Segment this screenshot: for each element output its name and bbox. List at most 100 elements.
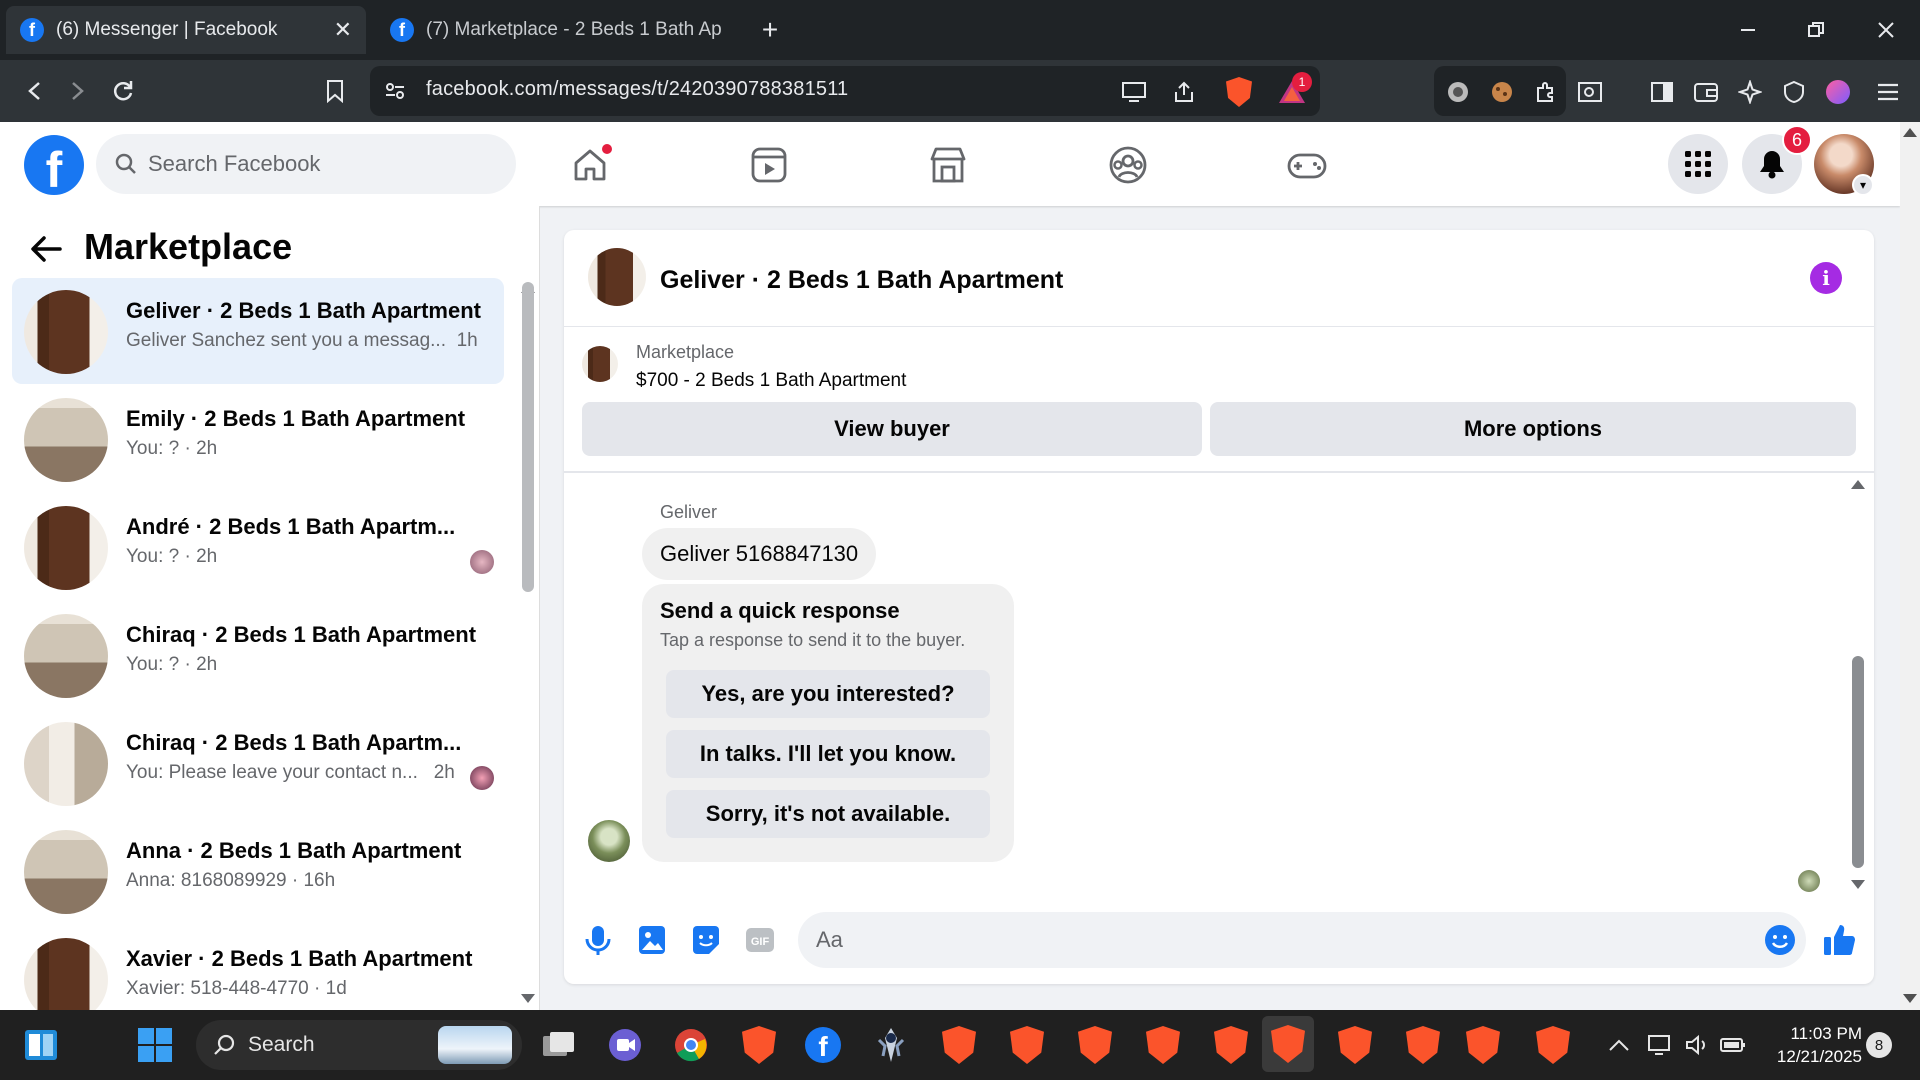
scroll-up-arrow-icon[interactable] [1851,480,1865,489]
brave-profile-icon[interactable] [1402,1024,1444,1066]
notification-center-badge[interactable]: 8 [1866,1032,1892,1058]
extensions-puzzle-icon[interactable] [1530,76,1562,108]
leo-ai-icon[interactable] [1734,76,1766,108]
brave-profile-icon[interactable] [1006,1024,1048,1066]
brave-shields-icon[interactable] [1222,74,1256,110]
restore-button[interactable] [1782,0,1850,60]
quick-response-button[interactable]: In talks. I'll let you know. [666,730,990,778]
reload-button[interactable] [106,74,140,108]
vpn-shield-icon[interactable] [1778,76,1810,108]
like-icon[interactable] [1820,920,1860,960]
listing-title[interactable]: $700 - 2 Beds 1 Bath Apartment [636,370,906,392]
notification-badge: 6 [1782,125,1812,155]
chat-scrollbar[interactable] [1852,656,1864,868]
url-text[interactable]: facebook.com/messages/t/2420390788381511 [426,78,848,101]
share-icon[interactable] [1168,76,1200,108]
nav-groups[interactable] [1106,143,1150,187]
view-buyer-button[interactable]: View buyer [582,402,1202,456]
battery-icon[interactable] [1712,1024,1754,1066]
conversation-item[interactable]: Chiraq · 2 Beds 1 Bath Apartment You: ? … [12,602,504,708]
conversation-item[interactable]: Emily · 2 Beds 1 Bath Apartment You: ? ·… [12,386,504,492]
listing-thumbnail[interactable] [582,346,618,382]
message-input[interactable]: Aa [798,912,1806,968]
nav-video[interactable] [747,143,791,187]
wallet-icon[interactable] [1690,76,1722,108]
brave-profile-icon-active[interactable] [1262,1016,1314,1072]
nav-marketplace[interactable] [926,143,970,187]
site-settings-icon[interactable] [380,76,410,106]
show-hidden-icons-chevron-icon[interactable] [1598,1024,1640,1066]
brave-profile-icon[interactable] [1334,1024,1376,1066]
back-button[interactable] [18,74,52,108]
conversation-title: Geliver · 2 Beds 1 Bath Apartment [126,298,481,323]
svg-text:GIF: GIF [751,936,770,948]
system-clock[interactable]: 11:03 PM 12/21/2025 [1752,1022,1862,1068]
brave-browser-icon[interactable] [738,1024,780,1066]
browser-tab-messenger[interactable]: f (6) Messenger | Facebook ✕ [6,6,366,54]
close-window-button[interactable] [1852,0,1920,60]
brave-profile-icon[interactable] [938,1024,980,1066]
nav-gaming[interactable] [1285,143,1329,187]
chat-app-icon[interactable] [604,1024,646,1066]
conversation-item[interactable]: Geliver · 2 Beds 1 Bath Apartment Gelive… [12,278,504,384]
scroll-down-arrow-icon[interactable] [521,994,535,1003]
gif-icon[interactable]: GIF [742,922,778,958]
more-options-button[interactable]: More options [1210,402,1856,456]
conversation-title: Chiraq · 2 Beds 1 Bath Apartm... [126,730,462,755]
conversation-item[interactable]: Chiraq · 2 Beds 1 Bath Apartm... You: Pl… [12,710,504,816]
emoji-icon[interactable] [1762,922,1798,958]
cookie-extension-icon[interactable] [1486,76,1518,108]
reader-mode-icon[interactable] [1574,76,1606,108]
seen-avatar [470,550,494,574]
microphone-icon[interactable] [580,922,616,958]
facebook-logo[interactable]: f [24,135,84,195]
forward-button[interactable] [60,74,94,108]
page-scrollbar[interactable] [1900,122,1920,1010]
conversation-item[interactable]: André · 2 Beds 1 Bath Apartm... You: ? ·… [12,494,504,600]
chat-title[interactable]: Geliver · 2 Beds 1 Bath Apartment [660,266,1063,295]
facebook-search-input[interactable]: Search Facebook [96,134,516,194]
listing-category: Marketplace [636,342,735,362]
info-icon[interactable]: i [1810,262,1842,294]
new-tab-button[interactable]: + [752,12,788,48]
bookmark-icon[interactable] [318,74,352,108]
browser-tab-marketplace[interactable]: f (7) Marketplace - 2 Beds 1 Bath Apart [376,6,736,54]
scroll-down-arrow-icon[interactable] [1851,880,1865,889]
scroll-up-arrow-icon[interactable] [1903,128,1917,137]
facebook-taskbar-icon[interactable]: f [802,1024,844,1066]
conversation-item[interactable]: Anna · 2 Beds 1 Bath Apartment Anna: 816… [12,818,504,924]
minimize-button[interactable] [1714,0,1782,60]
inbox-scrollbar[interactable] [522,282,534,592]
brave-profile-icon[interactable] [1142,1024,1184,1066]
sidebar-toggle-icon[interactable] [1646,76,1678,108]
chat-listing-avatar[interactable] [588,248,646,306]
listing-thumbnail [24,614,108,698]
widgets-icon[interactable] [20,1024,62,1066]
brave-profile-icon[interactable] [1210,1024,1252,1066]
brave-profile-icon[interactable] [1462,1024,1504,1066]
conversation-item[interactable]: Xavier · 2 Beds 1 Bath Apartment Xavier:… [12,926,504,1010]
photo-icon[interactable] [634,922,670,958]
task-view-icon[interactable] [538,1024,580,1066]
start-button[interactable] [134,1024,176,1066]
menu-icon[interactable] [1872,76,1904,108]
scroll-down-arrow-icon[interactable] [1903,994,1917,1003]
chevron-down-icon[interactable]: ▾ [1852,174,1874,196]
quick-response-button[interactable]: Yes, are you interested? [666,670,990,718]
quick-response-button[interactable]: Sorry, it's not available. [666,790,990,838]
listing-thumbnail [24,938,108,1010]
brave-profile-icon[interactable] [1532,1024,1574,1066]
profile-icon[interactable] [1822,76,1854,108]
chrome-icon[interactable] [670,1024,712,1066]
message-bubble[interactable]: Geliver 5168847130 [642,528,877,580]
back-arrow-icon[interactable] [28,232,64,266]
taskbar-search[interactable]: Search [196,1020,522,1070]
sticker-icon[interactable] [688,922,724,958]
cast-icon[interactable] [1118,76,1150,108]
menu-grid-button[interactable] [1668,134,1728,194]
game-app-icon[interactable] [870,1024,912,1066]
nav-home[interactable] [568,143,612,187]
record-extension-icon[interactable] [1442,76,1474,108]
brave-profile-icon[interactable] [1074,1024,1116,1066]
close-tab-icon[interactable]: ✕ [334,17,352,43]
